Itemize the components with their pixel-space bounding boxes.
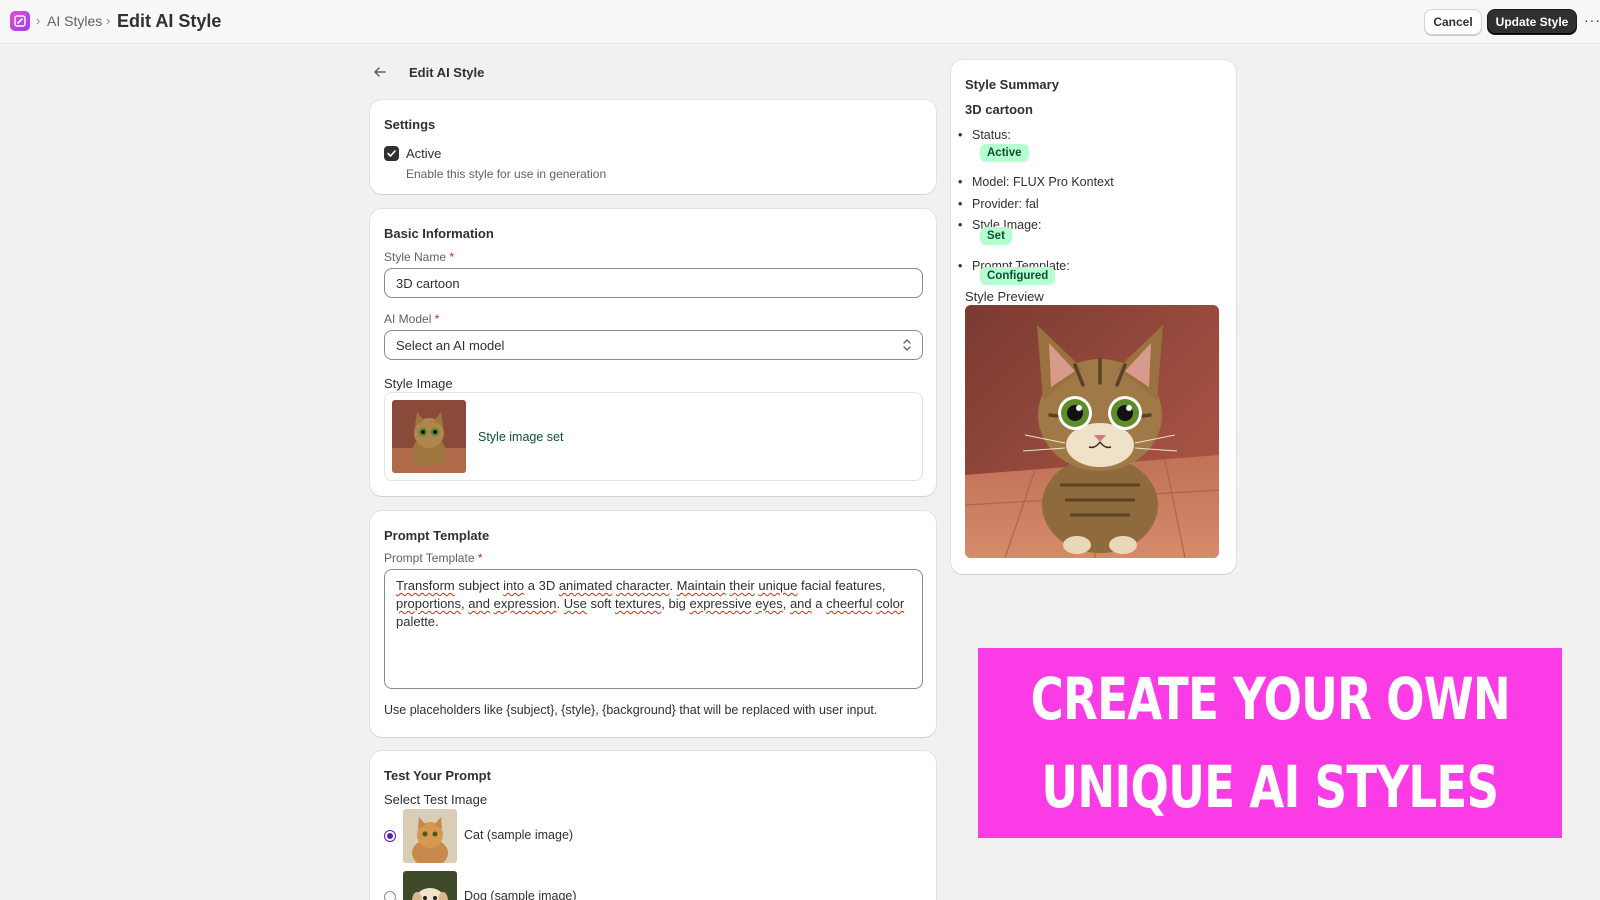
prompt-line-2: proportions, and expression. Use soft te… <box>396 596 905 611</box>
test-prompt-title: Test Your Prompt <box>384 768 491 783</box>
test-image-radio-dog[interactable] <box>384 891 396 900</box>
ai-model-label: AI Model * <box>384 312 440 326</box>
paintbrush-icon <box>14 15 26 27</box>
summary-provider-item: Provider: fal <box>958 197 1039 211</box>
page-title: Edit AI Style <box>409 65 485 80</box>
prompt-placeholder-help: Use placeholders like {subject}, {style}… <box>384 703 878 717</box>
style-preview-label: Style Preview <box>965 289 1044 304</box>
active-checkbox[interactable] <box>384 146 399 161</box>
test-image-radio-cat[interactable] <box>384 830 396 842</box>
active-label[interactable]: Active <box>406 146 441 161</box>
promo-headline-line-2: UNIQUE AI STYLES <box>1041 753 1500 821</box>
settings-title: Settings <box>384 117 436 132</box>
active-help-text: Enable this style for use in generation <box>406 167 607 181</box>
breadcrumb-chevron-icon: › <box>106 13 111 28</box>
promo-headline-line-1: CREATE YOUR OWN <box>1030 665 1510 733</box>
ai-model-select-value: Select an AI model <box>396 337 505 353</box>
style-preview-image <box>965 305 1219 558</box>
dog-sample-thumbnail[interactable] <box>403 871 457 900</box>
test-image-label-dog[interactable]: Dog (sample image) <box>464 889 577 900</box>
ai-model-select[interactable]: Select an AI model <box>384 330 923 360</box>
cat-sample-thumbnail[interactable] <box>403 809 457 863</box>
prompt-template-title: Prompt Template <box>384 528 490 543</box>
style-image-thumbnail <box>392 400 466 473</box>
breadcrumb-chevron-icon: › <box>36 13 41 28</box>
breadcrumb-current: Edit AI Style <box>117 11 222 31</box>
settings-card: Settings Active Enable this style for us… <box>370 100 936 194</box>
test-image-label-cat[interactable]: Cat (sample image) <box>464 828 573 842</box>
cancel-button[interactable]: Cancel <box>1424 9 1482 35</box>
summary-status-item: Status: <box>958 128 1011 142</box>
breadcrumb-ai-styles-link[interactable]: AI Styles <box>47 13 102 29</box>
style-image-badge: Set <box>980 227 1012 245</box>
promo-banner: CREATE YOUR OWN UNIQUE AI STYLES <box>978 648 1562 838</box>
summary-model-item: Model: FLUX Pro Kontext <box>958 175 1114 189</box>
check-icon <box>387 150 396 157</box>
style-image-box[interactable]: Style image set <box>384 392 923 481</box>
style-name-label: Style Name * <box>384 250 455 264</box>
more-options-icon[interactable]: ··· <box>1584 12 1600 28</box>
prompt-template-label: Prompt Template * <box>384 551 483 565</box>
select-test-image-label: Select Test Image <box>384 792 488 807</box>
status-badge: Active <box>980 144 1029 162</box>
prompt-template-badge: Configured <box>980 267 1056 285</box>
style-name-input[interactable]: 3D cartoon <box>384 268 923 298</box>
prompt-line-3: palette. <box>396 614 439 629</box>
top-bar: › AI Styles › Edit AI Style Cancel Updat… <box>0 0 1600 44</box>
prompt-template-card: Prompt Template Prompt Template * Transf… <box>370 511 936 737</box>
update-style-button[interactable]: Update Style <box>1487 9 1577 35</box>
app-logo-icon[interactable] <box>10 11 30 31</box>
style-summary-title: Style Summary <box>965 77 1059 92</box>
back-arrow-icon[interactable] <box>372 64 388 85</box>
select-chevron-icon <box>903 339 911 351</box>
basic-information-card: Basic Information Style Name * 3D cartoo… <box>370 209 936 496</box>
basic-information-title: Basic Information <box>384 226 494 241</box>
style-image-status: Style image set <box>478 430 564 444</box>
summary-style-name: 3D cartoon <box>965 102 1033 117</box>
prompt-line-1: Transform subject into a 3D animated cha… <box>396 578 886 593</box>
test-prompt-card: Test Your Prompt Select Test Image Cat (… <box>370 751 936 900</box>
style-image-label: Style Image <box>384 376 453 391</box>
prompt-template-textarea[interactable]: Transform subject into a 3D animated cha… <box>384 569 923 689</box>
